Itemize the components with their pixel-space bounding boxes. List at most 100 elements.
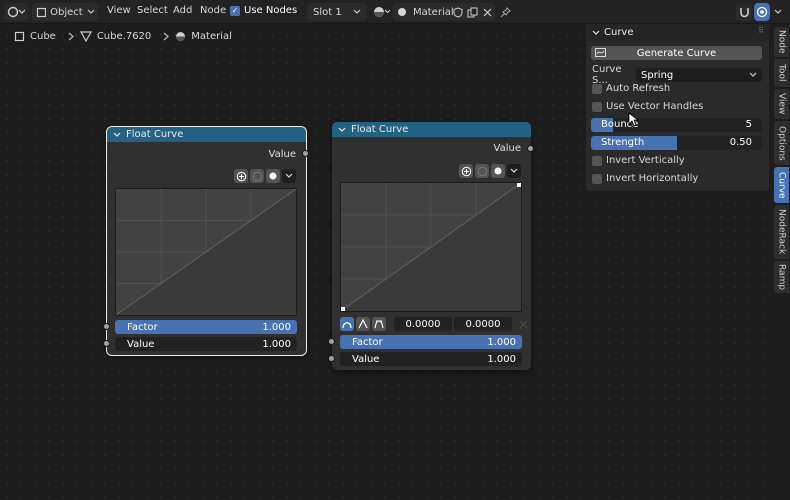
value-field[interactable]: Value 1.000	[115, 337, 297, 351]
node-header[interactable]: Float Curve	[107, 127, 306, 142]
value-field[interactable]: Value 1.000	[340, 352, 522, 366]
breadcrumb-material: Material	[191, 31, 232, 42]
zoom-in-button[interactable]	[234, 169, 248, 183]
overlay-button[interactable]	[754, 3, 770, 21]
curve-toolbar	[234, 169, 296, 183]
tab-options[interactable]: Options	[774, 121, 789, 165]
drag-handle-icon[interactable]: ⠿	[758, 26, 764, 35]
curve-options-dropdown[interactable]	[507, 164, 521, 178]
tab-noderack[interactable]: NodeRack	[774, 205, 789, 259]
object-mode-select[interactable]: Object	[32, 3, 98, 21]
editor-type-button[interactable]	[4, 3, 28, 21]
curve-point-end[interactable]	[517, 183, 521, 187]
curve-type-value: Spring	[641, 69, 674, 81]
clipping-button[interactable]	[491, 164, 505, 178]
menu-view[interactable]: View	[107, 5, 131, 16]
auto-handle-button[interactable]	[340, 317, 354, 331]
strength-slider[interactable]: Strength 0.50	[591, 136, 762, 150]
output-label: Value	[268, 149, 296, 160]
output-socket[interactable]	[527, 145, 534, 152]
tab-label: View	[776, 93, 787, 115]
auto-refresh-label: Auto Refresh	[606, 83, 671, 94]
curve-editor[interactable]	[340, 182, 522, 312]
panel-title: Curve	[604, 27, 634, 38]
factor-label: Factor	[127, 321, 158, 333]
breadcrumb-object: Cube	[30, 31, 56, 42]
material-name: Material	[413, 6, 454, 18]
tab-ramp[interactable]: Ramp	[774, 261, 789, 293]
checkbox-unchecked-icon	[592, 101, 602, 112]
material-icon	[398, 8, 406, 16]
float-curve-node-1[interactable]: Float Curve Value Factor 1.000 Value 1.0…	[103, 126, 309, 356]
curve-point-start[interactable]	[341, 307, 345, 311]
snap-button[interactable]	[736, 3, 752, 21]
factor-input-socket[interactable]	[328, 338, 335, 345]
invert-vertically-checkbox[interactable]: Invert Vertically	[592, 155, 685, 166]
slot-label: Slot 1	[313, 6, 342, 18]
auto-clamped-handle-icon	[374, 320, 384, 329]
mouse-cursor-icon	[628, 112, 638, 127]
zoom-in-icon	[461, 166, 471, 176]
unlink-button[interactable]	[480, 3, 494, 21]
auto-clamped-handle-button[interactable]	[372, 317, 386, 331]
node-header[interactable]: Float Curve	[332, 122, 531, 137]
delete-point-button[interactable]	[516, 317, 530, 331]
value-value: 1.000	[487, 353, 516, 365]
clipping-button[interactable]	[266, 169, 280, 183]
generate-curve-button[interactable]: Generate Curve	[591, 46, 762, 60]
point-x-field[interactable]: 0.0000	[394, 317, 452, 331]
panel-header[interactable]: Curve ⠿	[586, 24, 769, 41]
curve-type-select[interactable]: Spring	[636, 68, 762, 82]
curve-editor[interactable]	[115, 188, 297, 316]
duplicate-button[interactable]	[465, 3, 479, 21]
tab-label: Tool	[776, 64, 787, 82]
pin-button[interactable]	[498, 3, 512, 21]
tab-label: Node	[776, 30, 787, 54]
zoom-out-button[interactable]	[250, 169, 264, 183]
use-nodes-toggle[interactable]: ✓ Use Nodes	[230, 5, 297, 16]
collapse-chevron-icon	[338, 127, 346, 132]
menu-add[interactable]: Add	[173, 5, 192, 16]
use-vector-handles-checkbox[interactable]: Use Vector Handles	[592, 101, 703, 112]
node-title: Float Curve	[351, 124, 409, 135]
auto-refresh-checkbox[interactable]: Auto Refresh	[592, 83, 670, 94]
menu-select[interactable]: Select	[137, 5, 168, 16]
fake-user-button[interactable]	[451, 3, 465, 21]
curve-graph	[341, 183, 521, 311]
tab-view[interactable]: View	[774, 89, 789, 119]
zoom-in-button[interactable]	[459, 164, 473, 178]
tab-curve[interactable]: Curve	[774, 167, 789, 203]
tab-label: Ramp	[776, 263, 787, 291]
vector-handle-icon	[358, 319, 368, 329]
zoom-out-button[interactable]	[475, 164, 489, 178]
factor-field[interactable]: Factor 1.000	[340, 335, 522, 349]
checkbox-unchecked-icon	[592, 83, 602, 94]
curve-options-dropdown[interactable]	[282, 169, 296, 183]
value-input-socket[interactable]	[103, 340, 110, 347]
bounce-value: 5	[745, 119, 752, 130]
curve-panel: Curve ⠿ Generate Curve Curve S... Spring…	[586, 24, 769, 191]
slot-select[interactable]: Slot 1	[307, 3, 367, 21]
factor-input-socket[interactable]	[103, 323, 110, 330]
point-y-field[interactable]: 0.0000	[454, 317, 512, 331]
float-curve-node-2[interactable]: Float Curve Value 0.0000 0.0000 Factor 1…	[328, 122, 534, 370]
output-socket[interactable]	[302, 150, 309, 157]
invert-horizontally-checkbox[interactable]: Invert Horizontally	[592, 173, 698, 184]
use-nodes-label: Use Nodes	[244, 5, 298, 16]
object-icon	[14, 31, 25, 42]
overlay-dropdown[interactable]	[771, 3, 785, 21]
vector-handle-button[interactable]	[356, 317, 370, 331]
material-browse-button[interactable]	[372, 3, 392, 21]
tab-label: Curve	[776, 171, 787, 199]
use-vector-handles-label: Use Vector Handles	[606, 101, 704, 112]
factor-field[interactable]: Factor 1.000	[115, 320, 297, 334]
menu-node[interactable]: Node	[200, 5, 226, 16]
node-editor-icon	[7, 6, 25, 18]
tab-node[interactable]: Node	[774, 27, 789, 57]
bounce-slider[interactable]: Bounce 5	[591, 118, 762, 132]
tab-label: Options	[776, 125, 787, 161]
value-input-socket[interactable]	[328, 355, 335, 362]
editor-header: Object View Select Add Node ✓ Use Nodes …	[0, 0, 790, 24]
factor-label: Factor	[352, 336, 383, 348]
tab-tool[interactable]: Tool	[774, 59, 789, 87]
